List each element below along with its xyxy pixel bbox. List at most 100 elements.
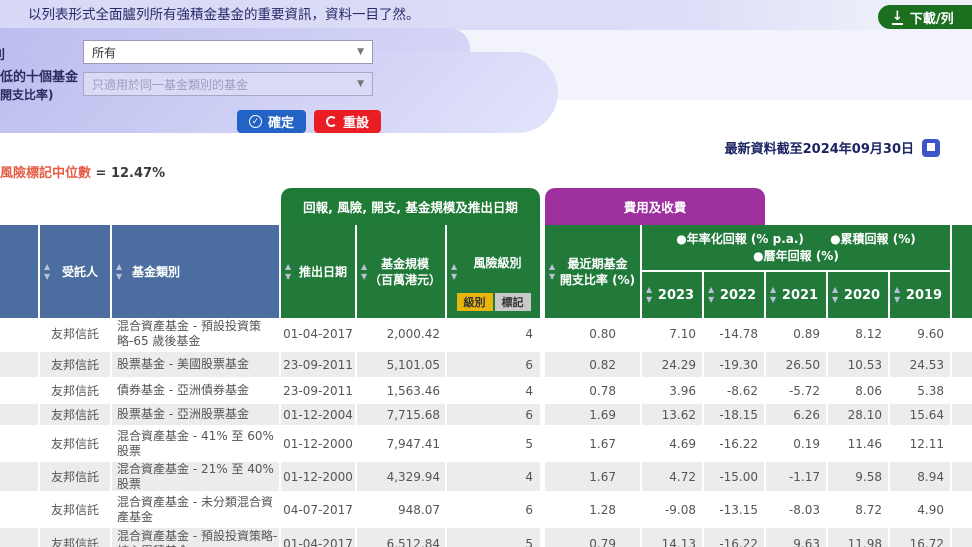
cell-return: -5.72 [766, 380, 826, 401]
cell-expense: 0.82 [545, 352, 640, 377]
toggle-mark[interactable]: 標記 [495, 293, 531, 311]
cell-empty [0, 528, 38, 547]
cell-trustee: 友邦信託 [40, 462, 110, 491]
header-empty [0, 225, 38, 318]
cell-trustee: 友邦信託 [40, 380, 110, 401]
cell-partial [952, 494, 972, 525]
sort-arrows-icon[interactable]: ▲▼ [44, 263, 50, 281]
cell-return: -19.30 [704, 352, 764, 377]
cell-risk: 6 [447, 404, 540, 425]
header-year-2021[interactable]: ▲▼ 2021 [766, 272, 826, 318]
dropdown-placeholder: 只適用於同一基金類別的基金 [92, 76, 248, 93]
chevron-down-icon: ▼ [357, 79, 364, 89]
cell-return: 0.19 [766, 428, 826, 459]
sort-arrows-icon[interactable]: ▲▼ [361, 263, 367, 281]
table-row: 友邦信託債券基金 - 亞洲債券基金23-09-20111,563.4640.78… [0, 380, 972, 404]
sort-arrows-icon[interactable]: ▲▼ [832, 286, 838, 304]
table-row: 友邦信託混合資產基金 - 未分類混合資產基金04-07-2017948.0761… [0, 494, 972, 528]
cell-risk: 6 [447, 494, 540, 525]
cell-return: -1.17 [766, 462, 826, 491]
cell-risk: 5 [447, 428, 540, 459]
fund-type-dropdown[interactable]: 所有 ▼ [83, 40, 373, 64]
cell-launch-date: 04-07-2017 [281, 494, 355, 525]
tab-returns-risk: 回報, 風險, 開支, 基金規模及推出日期 [281, 188, 540, 225]
cell-return: 8.72 [828, 494, 888, 525]
cell-return: 13.62 [642, 404, 702, 425]
header-year-2023[interactable]: ▲▼ 2023 [642, 272, 702, 318]
cell-fund-size: 7,947.41 [357, 428, 445, 459]
table-row: 友邦信託股票基金 - 亞洲股票基金01-12-20047,715.6861.69… [0, 404, 972, 428]
header-year-2020[interactable]: ▲▼ 2020 [828, 272, 888, 318]
cell-fund-size: 4,329.94 [357, 462, 445, 491]
cell-return: 4.72 [642, 462, 702, 491]
print-document-icon[interactable] [922, 139, 940, 157]
header-fund-size[interactable]: ▲▼ 基金規模 （百萬港元） [357, 225, 445, 318]
cell-expense: 1.67 [545, 462, 640, 491]
cell-return: 11.98 [828, 528, 888, 547]
sort-arrows-icon[interactable]: ▲▼ [116, 263, 122, 281]
header-launch-date[interactable]: ▲▼ 推出日期 [281, 225, 355, 318]
cell-expense: 0.80 [545, 318, 640, 349]
cell-fund-class: 混合資產基金 - 預設投資策略-核心累積基金 [112, 528, 279, 547]
cell-trustee: 友邦信託 [40, 318, 110, 349]
cell-fund-class: 債券基金 - 亞洲債券基金 [112, 380, 279, 401]
header-year-2019[interactable]: ▲▼ 2019 [890, 272, 950, 318]
cell-partial [952, 352, 972, 377]
cell-return: 26.50 [766, 352, 826, 377]
cell-trustee: 友邦信託 [40, 528, 110, 547]
cell-return: 7.10 [642, 318, 702, 349]
header-expense-ratio[interactable]: ▲▼ 最近期基金 開支比率 (%) [545, 225, 640, 318]
option-cumulative-return[interactable]: ●累積回報 (%) [830, 232, 916, 246]
cell-return: 5.38 [890, 380, 950, 401]
same-class-dropdown-disabled[interactable]: 只適用於同一基金類別的基金 ▼ [83, 72, 373, 96]
risk-display-toggle: 級別 標記 [457, 293, 531, 311]
cell-fund-size: 6,512.84 [357, 528, 445, 547]
cell-fund-size: 1,563.46 [357, 380, 445, 401]
cell-trustee: 友邦信託 [40, 352, 110, 377]
cell-trustee: 友邦信託 [40, 428, 110, 459]
top-banner: 以列表形式全面臚列所有強積金基金的重要資訊，資料一目了然。 [0, 0, 972, 30]
cell-expense: 0.78 [545, 380, 640, 401]
dropdown-value: 所有 [92, 44, 116, 61]
funds-table: 回報, 風險, 開支, 基金規模及推出日期 費用及收費 ▲▼ 受託人 ▲▼ 基金… [0, 188, 972, 547]
cell-partial [952, 318, 972, 349]
cell-empty [0, 352, 38, 377]
cell-expense: 1.67 [545, 428, 640, 459]
cell-empty [0, 318, 38, 349]
cell-expense: 1.28 [545, 494, 640, 525]
cell-return: 16.72 [890, 528, 950, 547]
cell-return: 28.10 [828, 404, 888, 425]
table-body: 友邦信託混合資產基金 - 預設投資策略-65 歲後基金01-04-20172,0… [0, 318, 972, 547]
sort-arrows-icon[interactable]: ▲▼ [285, 263, 291, 281]
cell-return: 8.94 [890, 462, 950, 491]
cell-return: -18.15 [704, 404, 764, 425]
cell-return: -8.03 [766, 494, 826, 525]
sort-arrows-icon[interactable]: ▲▼ [549, 263, 555, 281]
header-risk-class[interactable]: ▲▼ 風險級別 級別 標記 [447, 225, 540, 318]
toggle-level[interactable]: 級別 [457, 293, 493, 311]
sort-arrows-icon[interactable]: ▲▼ [770, 286, 776, 304]
download-print-button[interactable]: ↓ 下載/列 [878, 5, 972, 29]
header-year-2022[interactable]: ▲▼ 2022 [704, 272, 764, 318]
sort-arrows-icon[interactable]: ▲▼ [451, 263, 457, 281]
sort-arrows-icon[interactable]: ▲▼ [894, 286, 900, 304]
confirm-button[interactable]: ✓ 確定 [237, 110, 306, 133]
cell-return: 9.60 [890, 318, 950, 349]
header-fund-class[interactable]: ▲▼ 基金類別 [112, 225, 279, 318]
banner-text: 以列表形式全面臚列所有強積金基金的重要資訊，資料一目了然。 [28, 0, 420, 30]
cell-fund-class: 混合資產基金 - 預設投資策略-65 歲後基金 [112, 318, 279, 349]
download-icon: ↓ [892, 10, 903, 25]
cell-fund-class: 混合資產基金 - 未分類混合資產基金 [112, 494, 279, 525]
reset-button[interactable]: 重設 [314, 110, 381, 133]
cell-return: -16.22 [704, 528, 764, 547]
option-annualized-return[interactable]: ●年率化回報 (% p.a.) [676, 232, 804, 246]
sort-arrows-icon[interactable]: ▲▼ [646, 286, 652, 304]
sort-arrows-icon[interactable]: ▲▼ [708, 286, 714, 304]
header-trustee[interactable]: ▲▼ 受託人 [40, 225, 110, 318]
option-calendar-year-return[interactable]: ●曆年回報 (%) [753, 249, 839, 263]
data-as-of: 最新資料截至2024年09月30日 [725, 138, 940, 157]
cell-return: -8.62 [704, 380, 764, 401]
filter-label-clipped: 別 [0, 44, 9, 62]
cell-return: 0.89 [766, 318, 826, 349]
cell-return: 24.53 [890, 352, 950, 377]
